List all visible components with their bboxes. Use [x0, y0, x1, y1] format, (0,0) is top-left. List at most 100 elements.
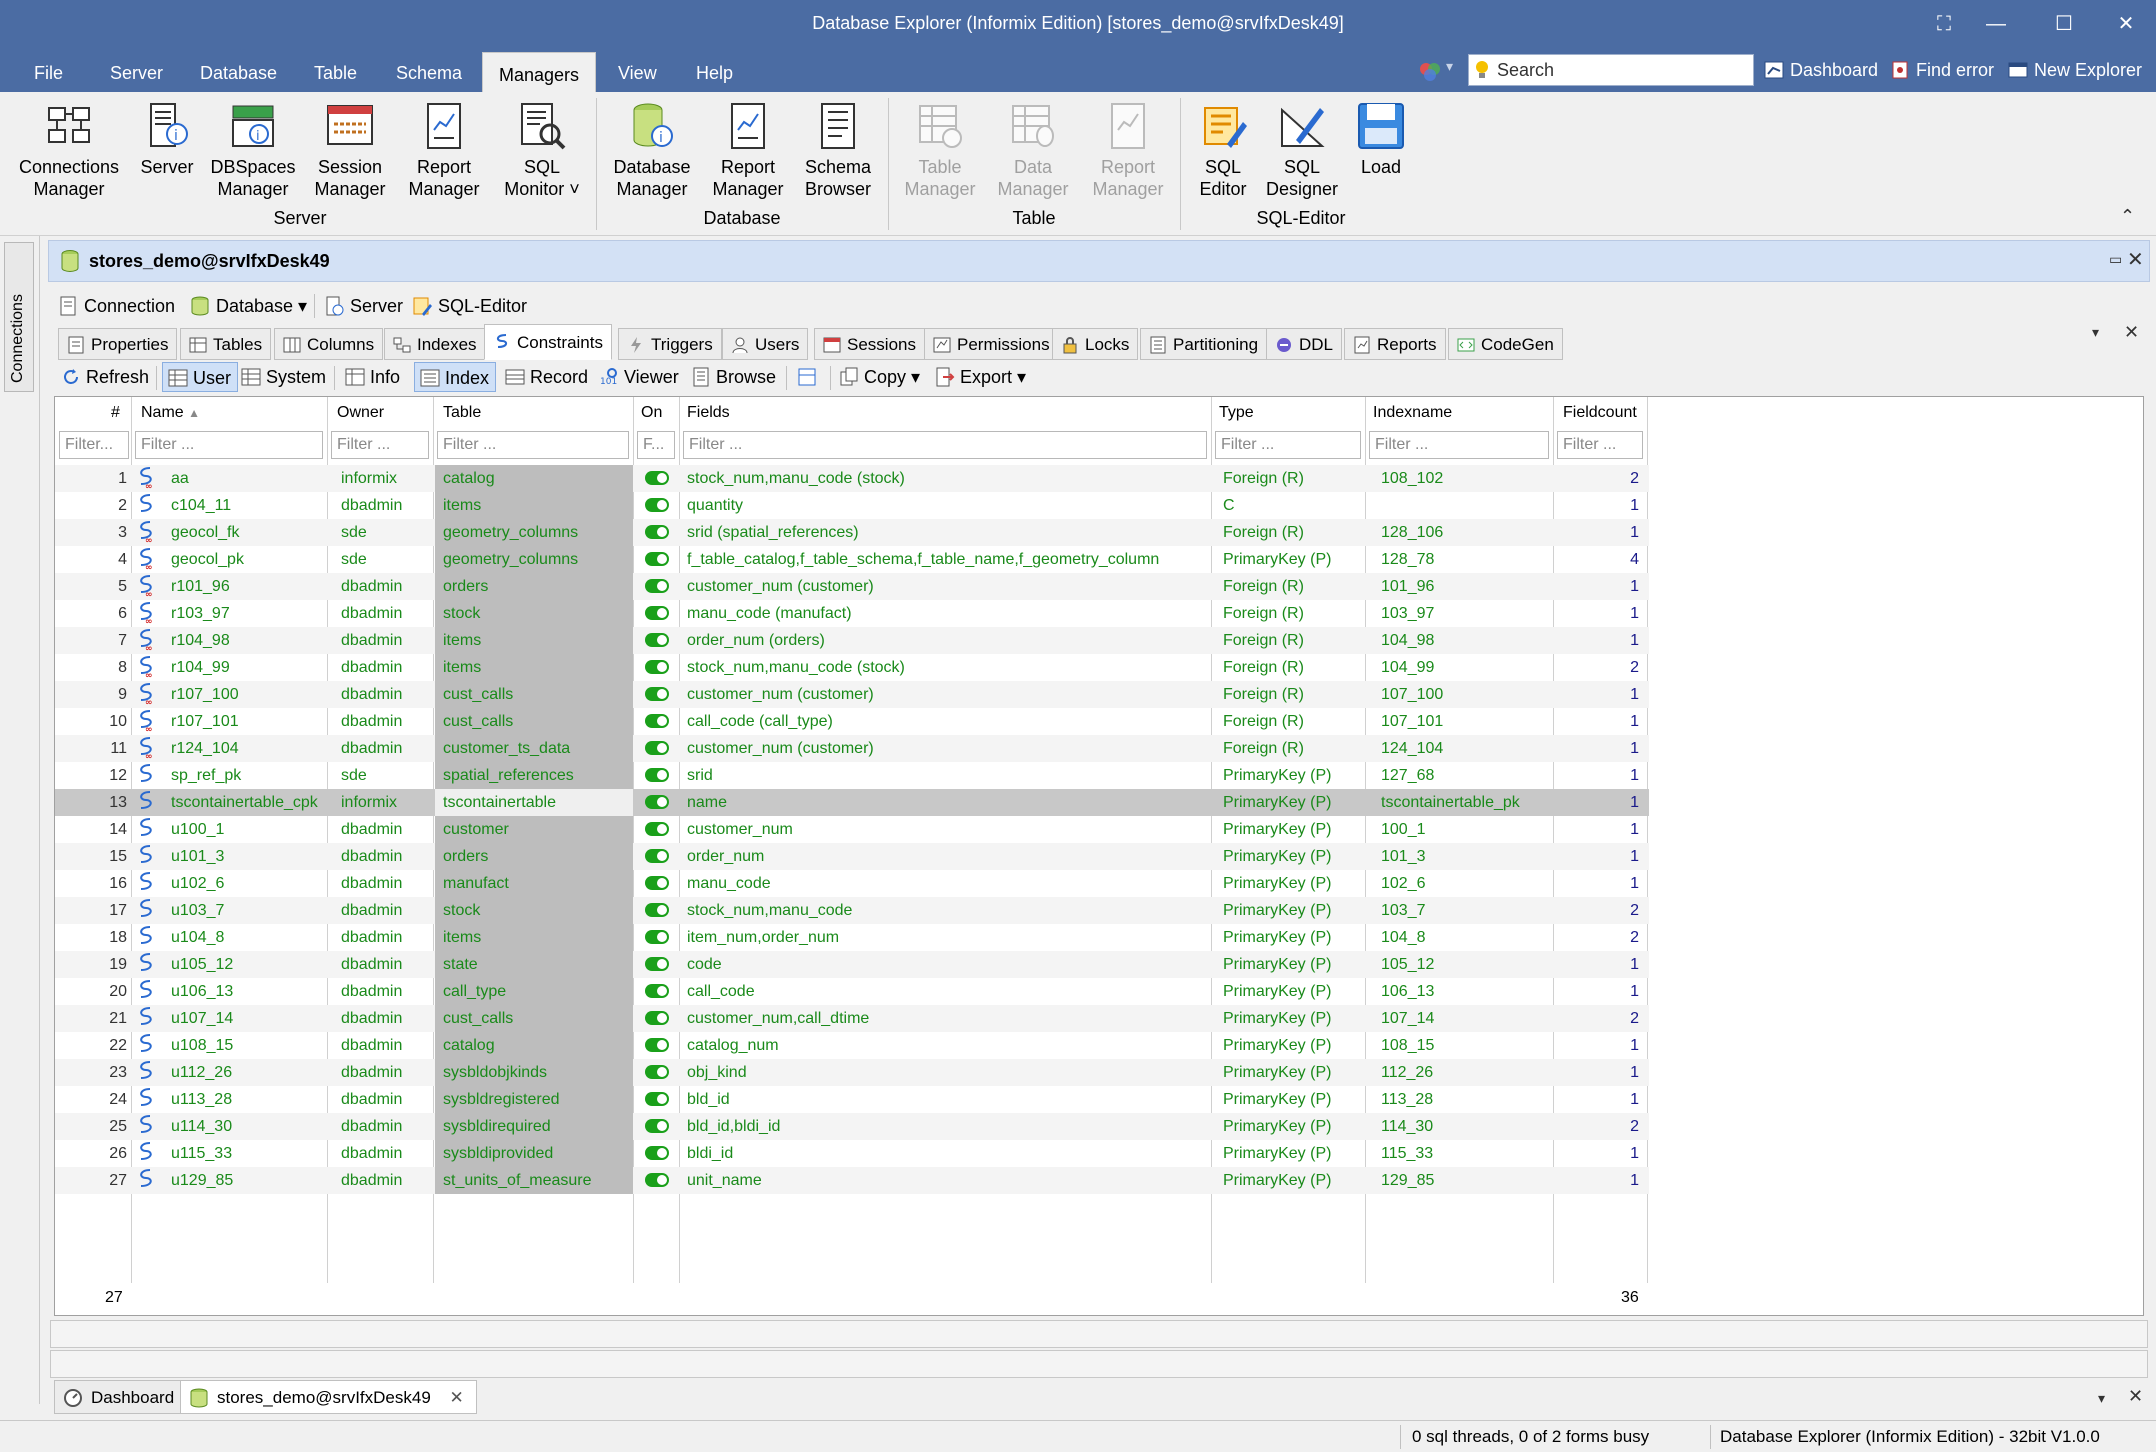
table-row[interactable]: 23 u112_26 dbadmin sysbldobjkinds obj_kind Pr…: [55, 1059, 1649, 1086]
menu-help[interactable]: Help: [680, 48, 749, 92]
table-row[interactable]: 3 ∞ geocol_fk sde geometry_columns srid (spat…: [55, 519, 1649, 546]
menu-file[interactable]: File: [18, 48, 79, 92]
filter-num[interactable]: Filter...: [59, 431, 129, 459]
enabled-toggle[interactable]: [639, 600, 679, 627]
table-row[interactable]: 17 u103_7 dbadmin stock stock_num,manu_code P…: [55, 897, 1649, 924]
tab-triggers[interactable]: Triggers: [618, 328, 722, 360]
table-row[interactable]: 19 u105_12 dbadmin state code PrimaryKey (P) 1…: [55, 951, 1649, 978]
menu-table[interactable]: Table: [298, 48, 373, 92]
header-name[interactable]: Name ▲: [135, 397, 200, 429]
tab-codegen[interactable]: CodeGen: [1448, 328, 1563, 360]
header-on[interactable]: On: [635, 397, 662, 429]
data-manager-button[interactable]: Data Manager: [990, 100, 1076, 200]
search-box[interactable]: [1468, 54, 1754, 86]
dashboard-link[interactable]: Dashboard: [1764, 57, 1878, 83]
close-bottom-tab-icon[interactable]: ✕: [450, 1388, 464, 1407]
table-row[interactable]: 16 u102_6 dbadmin manufact manu_code PrimaryK…: [55, 870, 1649, 897]
table-row[interactable]: 5 ∞ r101_96 dbadmin orders customer_num (cust…: [55, 573, 1649, 600]
enabled-toggle[interactable]: [639, 1167, 679, 1194]
connection-button[interactable]: Connection: [58, 290, 175, 322]
tab-columns[interactable]: Columns: [274, 328, 384, 360]
close-button[interactable]: ✕: [2104, 8, 2148, 40]
enabled-toggle[interactable]: [639, 1059, 679, 1086]
filter-fieldcount[interactable]: Filter ...: [1557, 431, 1643, 459]
table-row[interactable]: 11 ∞ r124_104 dbadmin customer_ts_data custom…: [55, 735, 1649, 762]
session-manager-button[interactable]: Session Manager: [308, 100, 392, 200]
header-owner[interactable]: Owner: [331, 397, 384, 429]
enabled-toggle[interactable]: [639, 546, 679, 573]
menu-database[interactable]: Database: [184, 48, 293, 92]
header-indexname[interactable]: Indexname: [1367, 397, 1452, 429]
header-fields[interactable]: Fields: [681, 397, 730, 429]
enabled-toggle[interactable]: [639, 843, 679, 870]
enabled-toggle[interactable]: [639, 897, 679, 924]
table-manager-button[interactable]: Table Manager: [898, 100, 982, 200]
tab-permissions[interactable]: Permissions: [924, 328, 1059, 360]
table-row[interactable]: 1 ∞ aa informix catalog stock_num,manu_code (…: [55, 465, 1649, 492]
tab-reports[interactable]: Reports: [1344, 328, 1446, 360]
filter-owner[interactable]: Filter ...: [331, 431, 429, 459]
connections-side-tab[interactable]: Connections: [4, 242, 34, 392]
layout-button[interactable]: [792, 362, 828, 392]
tab-ddl[interactable]: DDL: [1266, 328, 1343, 360]
close-all-bottom-icon[interactable]: ✕: [2128, 1386, 2143, 1407]
table-row[interactable]: 6 ∞ r103_97 dbadmin stock manu_code (manufact…: [55, 600, 1649, 627]
enabled-toggle[interactable]: [639, 870, 679, 897]
tab-properties[interactable]: Properties: [58, 328, 178, 360]
enabled-toggle[interactable]: [639, 1113, 679, 1140]
schema-browser-button[interactable]: Schema Browser: [798, 100, 878, 200]
tab-partitioning[interactable]: Partitioning: [1140, 328, 1268, 360]
filter-on[interactable]: F...: [637, 431, 675, 459]
tab-users[interactable]: Users: [722, 328, 809, 360]
filter-type[interactable]: Filter ...: [1215, 431, 1361, 459]
table-row[interactable]: 2 c104_11 dbadmin items quantity C 1: [55, 492, 1649, 519]
info-button[interactable]: Info: [340, 362, 406, 392]
enabled-toggle[interactable]: [639, 1086, 679, 1113]
enabled-toggle[interactable]: [639, 465, 679, 492]
refresh-button[interactable]: Refresh: [56, 362, 155, 392]
bottom-tab-document[interactable]: stores_demo@srvIfxDesk49 ✕: [180, 1380, 477, 1414]
enabled-toggle[interactable]: [639, 708, 679, 735]
header-num[interactable]: #: [105, 397, 120, 429]
table-row[interactable]: 15 u101_3 dbadmin orders order_num PrimaryKey…: [55, 843, 1649, 870]
menu-server[interactable]: Server: [94, 48, 179, 92]
user-filter-button[interactable]: User: [162, 362, 239, 392]
search-input[interactable]: [1497, 58, 1747, 82]
tab-tables[interactable]: Tables: [180, 328, 272, 360]
enabled-toggle[interactable]: [639, 735, 679, 762]
table-row[interactable]: 8 ∞ r104_99 dbadmin items stock_num,manu_code…: [55, 654, 1649, 681]
header-fieldcount[interactable]: Fieldcount: [1557, 397, 1637, 429]
table-row[interactable]: 21 u107_14 dbadmin cust_calls customer_num,c…: [55, 1005, 1649, 1032]
index-button[interactable]: Index: [414, 362, 497, 392]
tab-sessions[interactable]: Sessions: [814, 328, 925, 360]
browse-button[interactable]: Browse: [686, 362, 782, 392]
enabled-toggle[interactable]: [639, 978, 679, 1005]
table-row[interactable]: 25 u114_30 dbadmin sysbldirequired bld_id,bl…: [55, 1113, 1649, 1140]
enabled-toggle[interactable]: [639, 573, 679, 600]
menu-view[interactable]: View: [602, 48, 673, 92]
load-button[interactable]: Load: [1350, 100, 1412, 178]
enabled-toggle[interactable]: [639, 1032, 679, 1059]
table-row[interactable]: 4 ∞ geocol_pk sde geometry_columns f_table_ca…: [55, 546, 1649, 573]
toolbar-sql-editor-button[interactable]: SQL-Editor: [412, 290, 527, 322]
db-report-manager-button[interactable]: Report Manager: [706, 100, 790, 200]
connections-manager-button[interactable]: Connections Manager: [12, 100, 126, 200]
export-button[interactable]: Export ▾: [930, 362, 1032, 392]
database-manager-button[interactable]: i Database Manager: [606, 100, 698, 200]
tab-indexes[interactable]: Indexes: [384, 328, 486, 360]
filter-fields[interactable]: Filter ...: [683, 431, 1207, 459]
restore-panel-icon[interactable]: ▭: [2109, 251, 2122, 268]
table-report-manager-button[interactable]: Report Manager: [1086, 100, 1170, 200]
filter-name[interactable]: Filter ...: [135, 431, 323, 459]
viewer-button[interactable]: 101 Viewer: [594, 362, 685, 392]
enabled-toggle[interactable]: [639, 1005, 679, 1032]
tabs-overflow-icon[interactable]: ▾: [2092, 324, 2099, 341]
system-filter-button[interactable]: System: [236, 362, 332, 392]
server-button[interactable]: i Server: [136, 100, 198, 178]
tab-locks[interactable]: Locks: [1052, 328, 1139, 360]
table-row[interactable]: 9 ∞ r107_100 dbadmin cust_calls customer_num …: [55, 681, 1649, 708]
table-row[interactable]: 24 u113_28 dbadmin sysbldregistered bld_id Pr…: [55, 1086, 1649, 1113]
close-tab-icon[interactable]: ✕: [2124, 322, 2139, 343]
enabled-toggle[interactable]: [639, 627, 679, 654]
screenshot-icon[interactable]: ⛶: [1922, 8, 1966, 40]
